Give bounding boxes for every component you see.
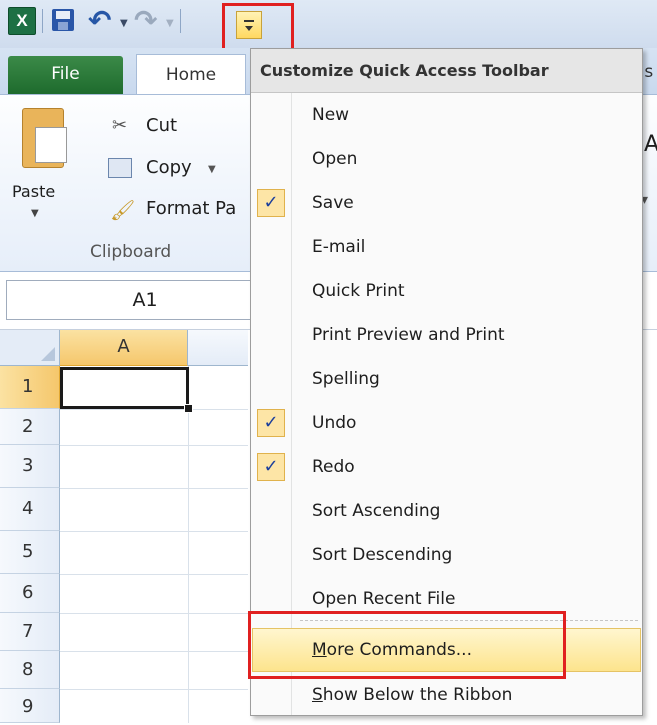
gridline bbox=[60, 689, 248, 690]
gridline bbox=[60, 651, 248, 652]
excel-logo-icon[interactable]: X bbox=[8, 7, 36, 35]
cut-button[interactable]: Cut bbox=[146, 115, 177, 136]
name-box[interactable]: A1 bbox=[6, 280, 284, 320]
accelerator-key: S bbox=[312, 685, 323, 705]
menu-item-new[interactable]: New bbox=[252, 93, 641, 137]
row-header-8[interactable]: 8 bbox=[0, 651, 60, 689]
paste-dropdown-chevron-icon[interactable]: ▼ bbox=[31, 208, 39, 219]
scissors-icon[interactable]: ✂ bbox=[112, 115, 127, 136]
selected-cell-a1[interactable] bbox=[60, 367, 189, 409]
gridline bbox=[60, 488, 248, 489]
tab-file[interactable]: File bbox=[8, 56, 123, 94]
menu-item-spelling[interactable]: Spelling bbox=[252, 357, 641, 401]
copy-button[interactable]: Copy bbox=[146, 157, 192, 178]
select-all-corner[interactable] bbox=[0, 330, 60, 366]
clipboard-group-label: Clipboard bbox=[90, 242, 172, 262]
row-header-1[interactable]: 1 bbox=[0, 366, 60, 409]
menu-item-save[interactable]: Save bbox=[252, 181, 641, 225]
fill-handle[interactable] bbox=[184, 404, 193, 413]
menu-item-sort-ascending[interactable]: Sort Ascending bbox=[252, 489, 641, 533]
menu-item-sort-descending[interactable]: Sort Descending bbox=[252, 533, 641, 577]
menu-item-label: how Below the Ribbon bbox=[322, 685, 513, 705]
column-header-b[interactable] bbox=[188, 330, 248, 366]
paste-icon[interactable] bbox=[22, 108, 67, 168]
tab-home[interactable]: Home bbox=[136, 54, 246, 96]
gridline bbox=[60, 531, 248, 532]
menu-item-print-preview[interactable]: Print Preview and Print bbox=[252, 313, 641, 357]
menu-item-email[interactable]: E-mail bbox=[252, 225, 641, 269]
row-header-3[interactable]: 3 bbox=[0, 445, 60, 488]
font-partial-letter: A bbox=[644, 132, 657, 157]
menu-item-undo[interactable]: Undo bbox=[252, 401, 641, 445]
row-header-2[interactable]: 2 bbox=[0, 409, 60, 445]
copy-dropdown-chevron-icon[interactable]: ▼ bbox=[208, 164, 216, 175]
undo-icon[interactable]: ↶ bbox=[88, 4, 111, 37]
menu-item-redo[interactable]: Redo bbox=[252, 445, 641, 489]
save-icon[interactable] bbox=[52, 9, 74, 31]
checkmark-icon: ✓ bbox=[257, 409, 285, 437]
row-header-6[interactable]: 6 bbox=[0, 574, 60, 613]
menu-item-open[interactable]: Open bbox=[252, 137, 641, 181]
checkmark-icon: ✓ bbox=[257, 453, 285, 481]
gridline bbox=[60, 613, 248, 614]
checkmark-icon: ✓ bbox=[257, 189, 285, 217]
format-painter-icon[interactable]: 🖌 bbox=[110, 198, 135, 222]
gridline bbox=[188, 366, 189, 723]
highlight-box-more-commands bbox=[248, 611, 566, 679]
row-header-4[interactable]: 4 bbox=[0, 488, 60, 531]
menu-item-show-below-ribbon[interactable]: Show Below the Ribbon bbox=[252, 673, 641, 717]
gridline bbox=[60, 445, 248, 446]
format-painter-button[interactable]: Format Pa bbox=[146, 198, 236, 219]
paste-button-label[interactable]: Paste bbox=[12, 182, 55, 201]
row-header-5[interactable]: 5 bbox=[0, 531, 60, 574]
copy-icon[interactable] bbox=[108, 158, 132, 178]
row-header-9[interactable]: 9 bbox=[0, 689, 60, 723]
column-header-a[interactable]: A bbox=[60, 330, 188, 366]
gridline bbox=[60, 574, 248, 575]
menu-title: Customize Quick Access Toolbar bbox=[251, 49, 642, 93]
qat-separator bbox=[42, 9, 43, 33]
redo-icon[interactable]: ↷ bbox=[134, 4, 157, 37]
menu-item-quick-print[interactable]: Quick Print bbox=[252, 269, 641, 313]
qat-separator bbox=[180, 9, 181, 33]
row-header-7[interactable]: 7 bbox=[0, 613, 60, 651]
redo-dropdown-chevron-icon[interactable]: ▼ bbox=[166, 18, 174, 29]
undo-dropdown-chevron-icon[interactable]: ▼ bbox=[120, 18, 128, 29]
gridline bbox=[60, 409, 248, 410]
